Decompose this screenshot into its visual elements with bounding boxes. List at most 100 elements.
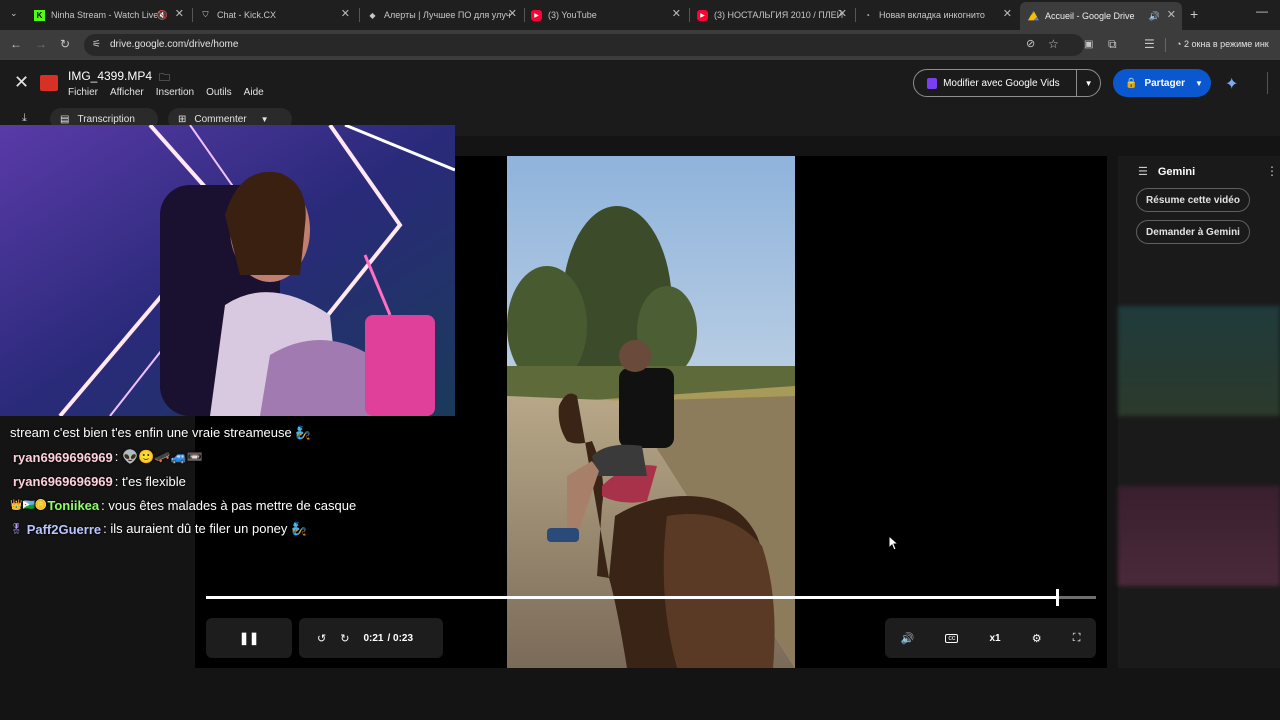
vids-dropdown-icon[interactable]: ▼ — [1076, 69, 1100, 97]
reading-list-icon[interactable]: ☰ — [1144, 37, 1155, 51]
menu-insert[interactable]: Insertion — [156, 87, 194, 98]
tab-3[interactable]: ▶ (3) YouTube ✕ — [531, 4, 681, 26]
seek-control-group: ↺ ↻ 0:21 / 0:23 — [299, 618, 443, 658]
rewind-10-icon[interactable]: ↺ — [317, 632, 326, 645]
settings-control-group: 🔊 cc x1 ⚙ ⛶ — [885, 618, 1096, 658]
incognito-icon: ◔ — [865, 10, 870, 20]
current-time: 0:21 — [363, 632, 384, 644]
fullscreen-icon[interactable]: ⛶ — [1073, 632, 1081, 645]
share-button[interactable]: 🔒 Partager ▼ — [1113, 69, 1211, 97]
gemini-spark-icon[interactable]: ✦ — [1225, 74, 1238, 94]
more-vert-icon[interactable]: ⋮ — [1266, 164, 1278, 178]
mute-icon[interactable]: 🔇 — [157, 10, 168, 21]
incognito-icon: ◔ — [1176, 39, 1184, 49]
kick-icon: K — [34, 9, 45, 21]
mouse-cursor-icon — [888, 535, 900, 551]
close-tab-icon[interactable]: ✕ — [838, 7, 847, 20]
audio-icon[interactable]: 🔊 — [1149, 11, 1160, 22]
chat-badges: 👑🇩🇯🪙 — [10, 499, 48, 511]
chat-username: Paff2Guerre — [26, 521, 102, 537]
close-tab-icon[interactable]: ✕ — [1003, 7, 1012, 20]
tab-2[interactable]: ◆ Алерты | Лучшее ПО для улуч ✕ — [367, 4, 517, 26]
close-tab-icon[interactable]: ✕ — [508, 7, 517, 20]
reload-icon[interactable]: ↻ — [60, 37, 70, 51]
video-frame[interactable] — [507, 156, 795, 668]
viewer-header: ✕ IMG_4399.MP4 🗀 Fichier Afficher Insert… — [0, 60, 1280, 106]
menu-view[interactable]: Afficher — [110, 87, 144, 98]
tab-4[interactable]: ▶ (3) НОСТАЛЬГИЯ 2010 / ПЛЕЙ ✕ — [697, 4, 847, 26]
tab-5[interactable]: ◔ Новая вкладка инкогнито ✕ — [862, 4, 1012, 26]
chat-message: 👑🇩🇯🪙 Toniikea : vous êtes malades à pas … — [10, 493, 450, 517]
playback-speed[interactable]: x1 — [989, 633, 1000, 644]
ask-gemini-chip[interactable]: Demander à Gemini — [1136, 220, 1250, 244]
menu-help[interactable]: Aide — [244, 87, 264, 98]
move-to-folder-icon[interactable]: 🗀 — [159, 69, 170, 88]
progress-bar[interactable] — [206, 589, 1096, 606]
vids-icon — [927, 77, 938, 89]
tab-title: Accueil - Google Drive — [1045, 11, 1135, 21]
tab-title: Chat - Kick.CX — [217, 10, 277, 20]
forward-icon[interactable]: → — [35, 37, 47, 51]
diamond-icon: ◆ — [369, 10, 376, 20]
webcam-overlay — [0, 125, 455, 416]
settings-gear-icon[interactable]: ⚙ — [1032, 632, 1042, 645]
back-icon[interactable]: ← — [10, 37, 22, 51]
browser-tabstrip: ⌄ K Ninha Stream - Watch Live 🔇 ✕ ⛉ Chat… — [0, 0, 1280, 30]
progress-scrubber[interactable] — [1056, 589, 1060, 606]
chat-text: : ils auraient dû te filer un poney 🧞 — [103, 521, 308, 536]
tab-title: Ninha Stream - Watch Live — [51, 10, 157, 20]
chevron-down-icon[interactable]: ▼ — [261, 115, 269, 124]
stream-chat: stream c'est bien t'es enfin une vraie s… — [10, 421, 450, 541]
gemini-header: ☰ Gemini — [1138, 166, 1196, 178]
menu-bar: Fichier Afficher Insertion Outils Aide — [68, 87, 264, 98]
edit-with-vids-button[interactable]: Modifier avec Google Vids ▼ — [913, 69, 1101, 97]
close-tab-icon[interactable]: ✕ — [1167, 8, 1176, 21]
chat-text: : 👽🙂🛹🚙📼 — [114, 449, 203, 464]
extension-icon[interactable]: ▣ — [1084, 39, 1093, 50]
share-dropdown-icon[interactable]: ▼ — [1195, 79, 1203, 88]
chat-text: : vous êtes malades à pas mettre de casq… — [101, 497, 357, 513]
close-tab-icon[interactable]: ✕ — [672, 7, 681, 20]
url-text[interactable]: drive.google.com/drive/home — [110, 39, 238, 50]
blurred-file-card — [1118, 306, 1280, 416]
minimize-icon[interactable]: — — [1256, 4, 1268, 18]
captions-icon[interactable]: cc — [945, 633, 959, 643]
address-bar: ← → ↻ ⚟ drive.google.com/drive/home ⊘ ☆ … — [0, 30, 1280, 60]
close-tab-icon[interactable]: ✕ — [175, 7, 184, 20]
new-tab-icon[interactable]: + — [1190, 6, 1198, 22]
chat-message: 🎖 Paff2Guerre : ils auraient dû te filer… — [10, 517, 450, 541]
forward-10-icon[interactable]: ↻ — [340, 632, 349, 645]
chat-message: stream c'est bien t'es enfin une vraie s… — [10, 421, 450, 445]
pause-icon[interactable]: ❚❚ — [239, 631, 259, 645]
youtube-icon: ▶ — [531, 9, 542, 21]
tab-title: Алерты | Лучшее ПО для улуч — [384, 10, 511, 20]
close-viewer-icon[interactable]: ✕ — [14, 72, 29, 93]
lock-icon: 🔒 — [1125, 77, 1138, 89]
tab-title: (3) НОСТАЛЬГИЯ 2010 / ПЛЕЙ — [714, 10, 844, 20]
shield-icon: ⛉ — [202, 10, 209, 19]
tab-6[interactable]: Accueil - Google Drive 🔊 ✕ — [1020, 2, 1182, 30]
progress-fill — [206, 596, 1058, 599]
volume-icon[interactable]: 🔊 — [901, 632, 915, 645]
screen: ⌄ K Ninha Stream - Watch Live 🔇 ✕ ⛉ Chat… — [0, 0, 1280, 720]
tab-0[interactable]: K Ninha Stream - Watch Live 🔇 ✕ — [34, 4, 184, 26]
drive-icon — [1028, 10, 1039, 21]
eye-off-icon[interactable]: ⊘ — [1026, 37, 1035, 50]
bookmark-star-icon[interactable]: ☆ — [1048, 37, 1059, 51]
youtube-icon: ▶ — [697, 9, 708, 21]
incognito-windows-label[interactable]: ◔ 2 окна в режиме инк — [1176, 39, 1280, 49]
site-info-icon[interactable]: ⚟ — [92, 39, 101, 50]
tab-search-icon[interactable]: ⌄ — [10, 8, 18, 19]
chat-badges: 🎖 — [10, 523, 23, 535]
chat-username: Toniikea — [47, 497, 100, 513]
tab-1[interactable]: ⛉ Chat - Kick.CX ✕ — [200, 4, 351, 26]
chat-message: ryan6969696969 : 👽🙂🛹🚙📼 — [10, 445, 450, 469]
download-icon[interactable]: ⤓ — [22, 112, 27, 125]
menu-tools[interactable]: Outils — [206, 87, 232, 98]
close-tab-icon[interactable]: ✕ — [341, 7, 350, 20]
puzzle-icon[interactable]: ⧉ — [1108, 37, 1117, 52]
menu-file[interactable]: Fichier — [68, 87, 98, 98]
file-name[interactable]: IMG_4399.MP4 — [68, 69, 152, 83]
summarize-video-chip[interactable]: Résume cette vidéo — [1136, 188, 1250, 212]
tab-title: (3) YouTube — [548, 10, 597, 20]
